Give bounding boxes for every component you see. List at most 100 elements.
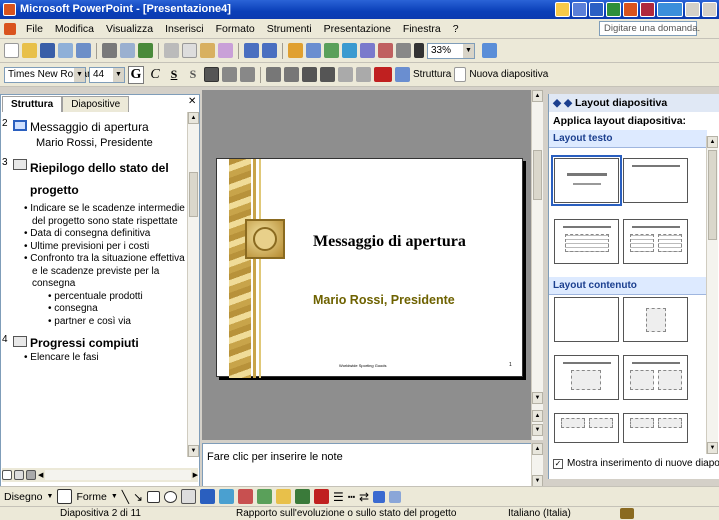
shadow-button[interactable]: S <box>185 67 201 82</box>
zoom-select[interactable]: 33% ▼ <box>427 42 475 59</box>
horizontal-scrollbar[interactable] <box>45 470 191 480</box>
decrease-font-icon[interactable] <box>320 67 335 82</box>
slide-sorter-icon[interactable] <box>14 470 24 480</box>
layout-four-content[interactable] <box>554 413 619 443</box>
shapes-menu-button[interactable]: Forme <box>76 491 106 503</box>
forward-icon[interactable]: ◆ <box>564 97 572 109</box>
list-item[interactable]: • percentuale prodotti <box>2 291 188 304</box>
notes-pane[interactable]: Fare clic per inserire le note <box>202 443 543 487</box>
color-grayscale-icon[interactable] <box>414 43 424 58</box>
list-item[interactable]: • Indicare se le scadenze intermedie del… <box>2 203 188 228</box>
slideshow-icon[interactable] <box>26 470 36 480</box>
line-icon[interactable]: ╲ <box>122 490 129 504</box>
outline-title[interactable]: Progressi compiuti <box>30 334 139 352</box>
scroll-up-icon[interactable]: ▲ <box>532 443 543 455</box>
font-color-icon[interactable] <box>374 67 392 82</box>
align-center-icon[interactable] <box>222 67 237 82</box>
outline-scrollbar[interactable]: ▲ ▼ <box>187 112 199 457</box>
spelling-icon[interactable] <box>138 43 153 58</box>
layout-title-two-content[interactable] <box>623 355 688 400</box>
menu-formato[interactable]: Formato <box>210 23 261 35</box>
layout-title-text[interactable] <box>554 219 619 264</box>
increase-font-icon[interactable] <box>302 67 317 82</box>
copy-icon[interactable] <box>182 43 197 58</box>
menu-help[interactable]: ? <box>447 23 465 35</box>
scroll-up-icon[interactable]: ▲ <box>532 90 543 102</box>
menu-presentazione[interactable]: Presentazione <box>318 23 397 35</box>
tab-diapositive[interactable]: Diapositive <box>62 96 130 112</box>
line-color-icon[interactable] <box>295 489 311 504</box>
scroll-left-icon[interactable]: ◀ <box>38 471 43 479</box>
format-painter-icon[interactable] <box>218 43 233 58</box>
show-insert-checkbox[interactable]: ✓ <box>553 459 563 469</box>
scroll-right-icon[interactable]: ▶ <box>193 471 198 479</box>
slide-scrollbar[interactable]: ▲ ▼ ▲ ▼ <box>531 90 543 440</box>
arrow-icon[interactable]: ↘ <box>133 490 143 504</box>
scroll-thumb[interactable] <box>189 172 198 217</box>
menu-inserisci[interactable]: Inserisci <box>159 23 210 35</box>
decrease-indent-icon[interactable] <box>338 67 353 82</box>
show-formatting-icon[interactable] <box>378 43 393 58</box>
list-item[interactable]: • consegna <box>2 303 188 316</box>
print-preview-icon[interactable] <box>120 43 135 58</box>
list-item[interactable]: • Elencare le fasi <box>2 352 188 361</box>
spelling-status-icon[interactable] <box>620 508 634 519</box>
slide-canvas[interactable]: Messaggio di apertura Mario Rossi, Presi… <box>216 158 523 378</box>
font-color-draw-icon[interactable] <box>314 489 330 504</box>
help-icon[interactable] <box>482 43 497 58</box>
scroll-thumb[interactable] <box>708 150 717 240</box>
font-size-select[interactable]: 44 ▼ <box>89 66 125 83</box>
bold-button[interactable]: G <box>128 65 144 84</box>
cut-icon[interactable] <box>164 43 179 58</box>
increase-indent-icon[interactable] <box>356 67 371 82</box>
scroll-up-icon[interactable]: ▲ <box>188 112 199 124</box>
layout-title-content[interactable] <box>554 355 619 400</box>
shadow-style-icon[interactable] <box>373 490 386 503</box>
document-icon[interactable] <box>4 22 16 35</box>
email-icon[interactable] <box>76 43 91 58</box>
undo-icon[interactable] <box>244 43 259 58</box>
word-icon[interactable] <box>589 2 604 17</box>
powerpoint-taskbar-icon[interactable] <box>623 2 638 17</box>
scroll-down-icon[interactable]: ▼ <box>188 445 199 457</box>
menu-visualizza[interactable]: Visualizza <box>100 23 159 35</box>
paste-icon[interactable] <box>200 43 215 58</box>
fill-color-icon[interactable] <box>276 489 292 504</box>
arrow-style-icon[interactable]: ⇄ <box>359 490 369 504</box>
back-icon[interactable]: ◆ <box>553 97 561 109</box>
permission-icon[interactable] <box>58 43 73 58</box>
new-slide-button[interactable]: Nuova diapositiva <box>469 69 548 80</box>
textbox-icon[interactable] <box>181 489 197 504</box>
diagram-icon[interactable] <box>219 489 235 504</box>
next-slide-icon[interactable]: ▼ <box>532 424 543 436</box>
picture-icon[interactable] <box>257 489 273 504</box>
normal-view-icon[interactable] <box>2 470 12 480</box>
draw-menu-button[interactable]: Disegno <box>4 491 43 503</box>
line-style-icon[interactable]: ☰ <box>333 490 344 504</box>
oval-icon[interactable] <box>164 490 178 503</box>
scroll-thumb[interactable] <box>533 150 542 200</box>
font-select[interactable]: Times New Roman ▼ <box>4 66 93 83</box>
excel-icon[interactable] <box>606 2 621 17</box>
close-icon[interactable]: ✕ <box>188 96 196 107</box>
notes-scrollbar[interactable]: ▲ ▼ <box>531 443 543 487</box>
new-icon[interactable] <box>4 43 19 58</box>
help-search-input[interactable]: Digitare una domanda. <box>599 21 700 36</box>
outline-title[interactable]: Messaggio di apertura <box>30 118 149 136</box>
design-icon[interactable] <box>395 67 410 82</box>
new-slide-icon[interactable] <box>454 67 467 82</box>
3d-style-icon[interactable] <box>389 490 402 503</box>
dash-style-icon[interactable]: ┅ <box>348 490 355 504</box>
align-right-icon[interactable] <box>240 67 255 82</box>
rectangle-icon[interactable] <box>147 490 161 503</box>
list-item[interactable]: • Data di consegna definitiva <box>2 228 188 241</box>
taskbar-app-icon[interactable] <box>555 2 570 17</box>
structure-label[interactable]: Struttura <box>413 69 451 80</box>
italic-button[interactable]: C <box>147 67 163 83</box>
list-item[interactable]: • partner e così via <box>2 316 188 329</box>
menu-strumenti[interactable]: Strumenti <box>261 23 318 35</box>
scroll-down-icon[interactable]: ▼ <box>532 392 543 404</box>
list-item[interactable]: • Ultime previsioni per i costi <box>2 241 188 254</box>
chart-icon[interactable] <box>288 43 303 58</box>
expand-all-icon[interactable] <box>360 43 375 58</box>
